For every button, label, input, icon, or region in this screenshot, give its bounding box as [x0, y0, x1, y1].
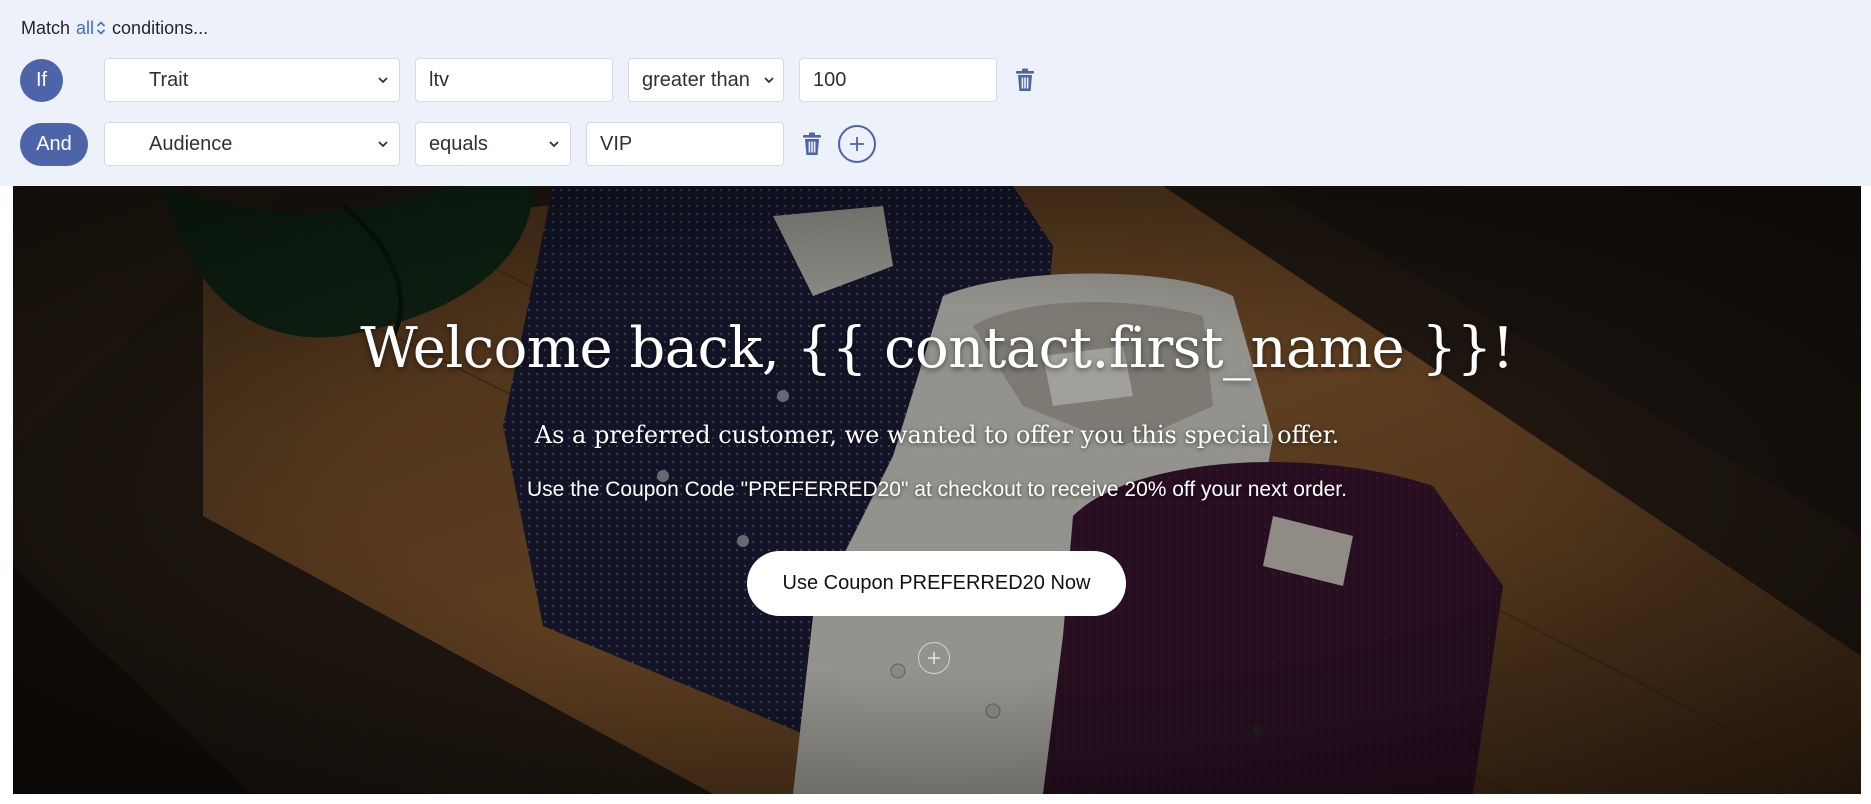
audience-field-value: Audience — [149, 132, 233, 155]
match-mode-select[interactable]: all — [76, 17, 106, 39]
plus-circle-icon — [850, 137, 864, 151]
if-connector: If — [20, 59, 63, 102]
audience-value-value: VIP — [600, 132, 633, 155]
match-line: Match all conditions... — [21, 17, 208, 39]
audience-operator-value: equals — [429, 132, 488, 155]
audience-field-select[interactable]: Audience — [104, 122, 400, 166]
chevron-down-icon — [764, 77, 774, 84]
delete-row-button[interactable] — [1012, 66, 1038, 94]
chevron-down-icon — [378, 77, 388, 84]
operator-value: greater than — [642, 68, 750, 91]
operator-select[interactable]: greater than — [628, 58, 784, 102]
and-label: And — [36, 133, 72, 155]
add-block-button[interactable] — [918, 642, 950, 674]
audience-operator-select[interactable]: equals — [415, 122, 571, 166]
match-suffix: conditions... — [112, 18, 209, 38]
delete-row-button[interactable] — [799, 130, 825, 158]
chevron-down-icon — [549, 141, 559, 148]
hero-title: Welcome back, {{ contact.first_name }}! — [360, 316, 1514, 381]
up-down-icon — [96, 20, 106, 36]
hero-subtitle: As a preferred customer, we wanted to of… — [534, 421, 1340, 449]
trait-field-value: Trait — [149, 68, 189, 91]
match-prefix: Match — [21, 18, 71, 38]
match-mode-value: all — [76, 18, 95, 38]
value-input[interactable]: 100 — [799, 58, 997, 102]
trash-icon — [803, 132, 821, 155]
if-label: If — [35, 69, 48, 91]
trait-key-value: ltv — [429, 68, 449, 91]
value-value: 100 — [813, 68, 847, 91]
and-connector: And — [20, 123, 88, 166]
condition-builder: Match all conditions... If Trait ltv gre… — [0, 0, 1871, 186]
trait-key-input[interactable]: ltv — [415, 58, 613, 102]
use-coupon-button[interactable]: Use Coupon PREFERRED20 Now — [747, 551, 1126, 616]
plus-icon — [928, 652, 940, 664]
audience-value-input[interactable]: VIP — [586, 122, 784, 166]
trait-field-select[interactable]: Trait — [104, 58, 400, 102]
chevron-down-icon — [378, 141, 388, 148]
hero-body-text: Use the Coupon Code "PREFERRED20" at che… — [527, 478, 1347, 501]
hero-banner: Welcome back, {{ contact.first_name }}! … — [13, 186, 1861, 794]
add-condition-button[interactable] — [838, 125, 876, 163]
trash-icon — [1016, 68, 1034, 91]
